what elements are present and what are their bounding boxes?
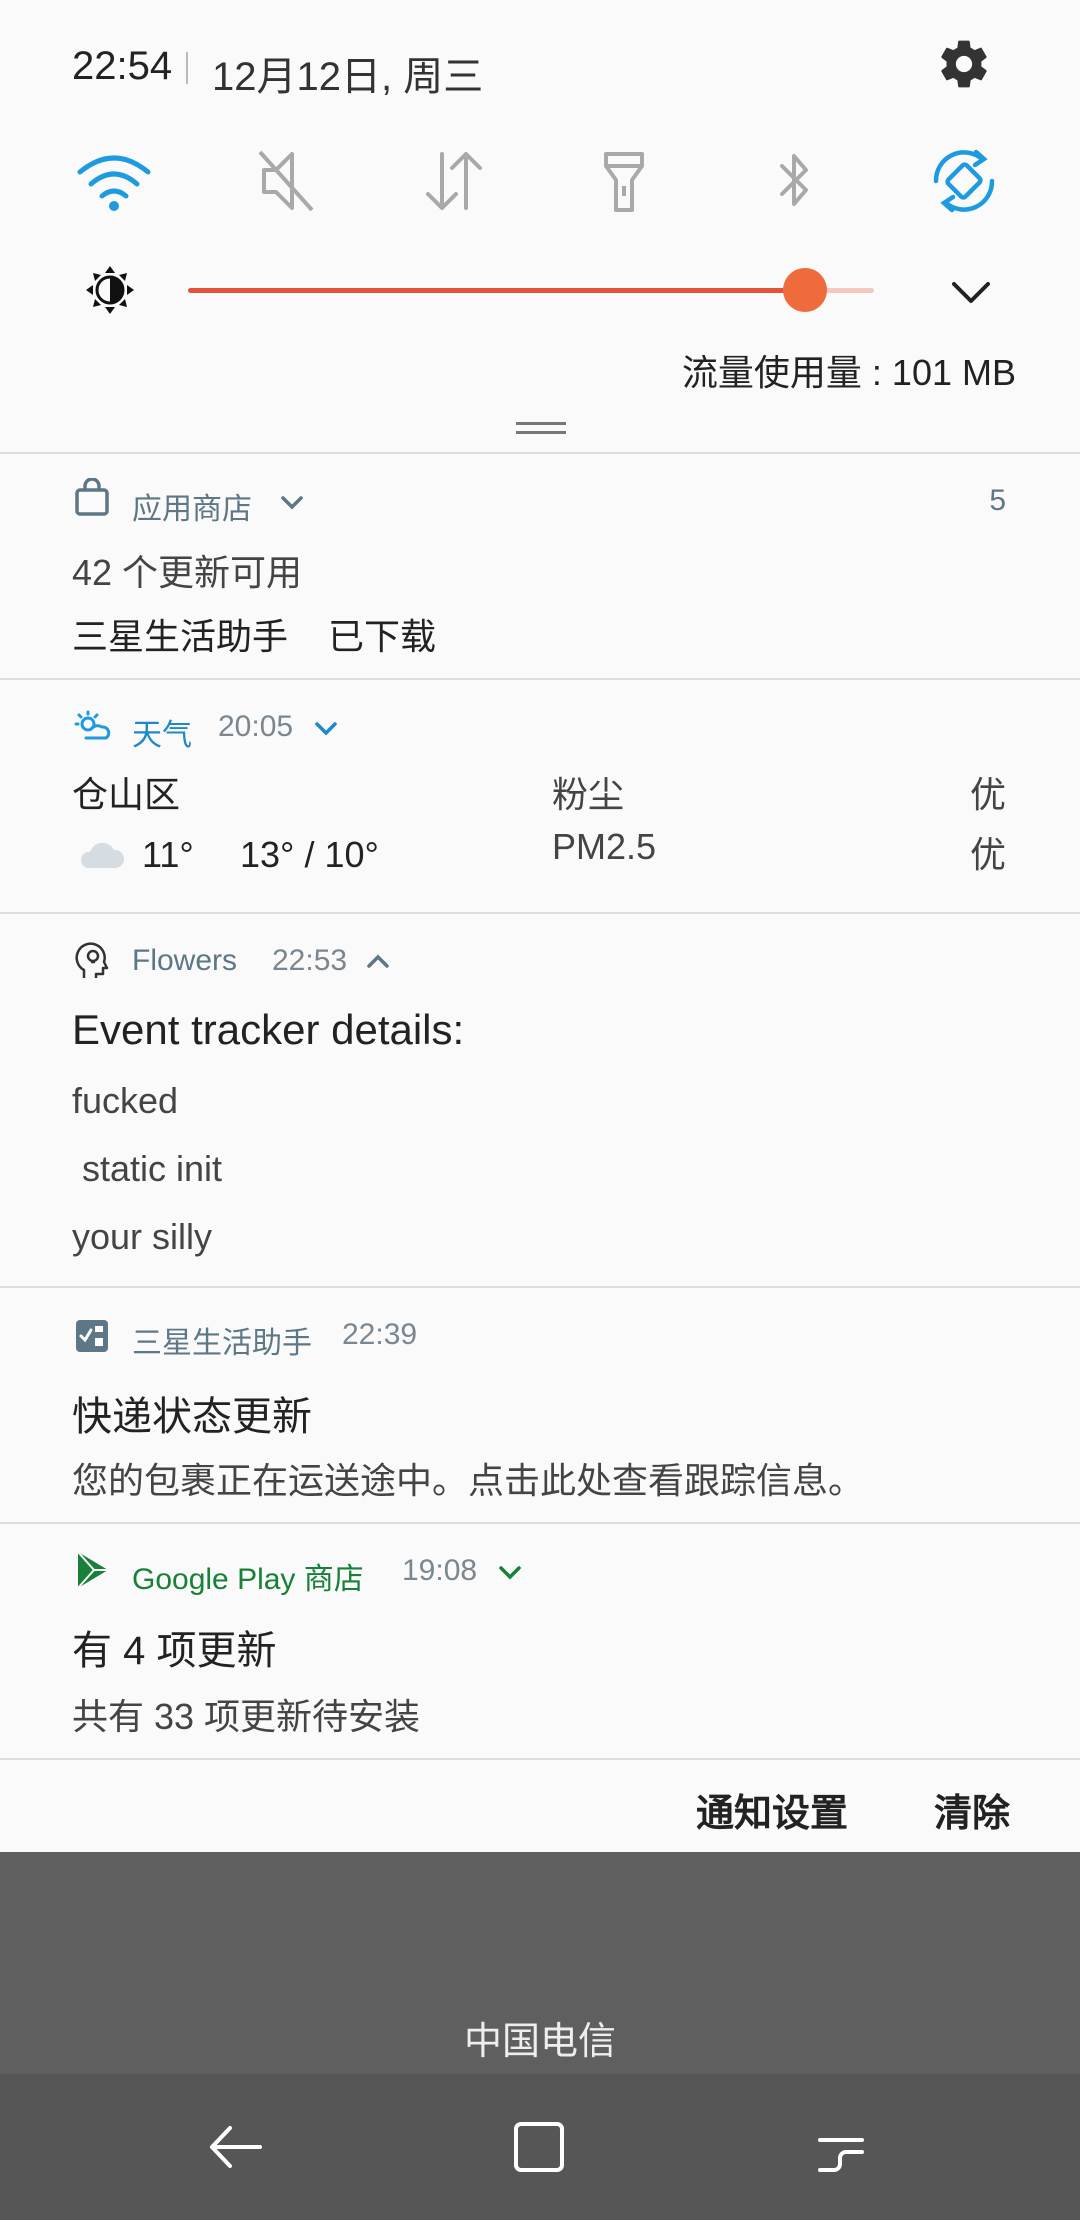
notification-body: 共有 33 项更新待安装 xyxy=(72,1696,421,1737)
play-store-icon xyxy=(77,1551,108,1589)
cloud-icon xyxy=(80,842,125,868)
date: 12月12日, 周三 xyxy=(212,55,484,99)
pm25-value: 优 xyxy=(969,834,1006,875)
mobile-data-icon[interactable] xyxy=(414,146,494,216)
notification-title: 快递状态更新 xyxy=(72,1395,312,1439)
auto-rotate-icon[interactable] xyxy=(924,146,1004,216)
location-text: 仓山区 xyxy=(72,774,181,815)
header-divider xyxy=(186,52,188,84)
download-status-text: 三星生活助手 已下载 xyxy=(72,616,437,657)
bluetooth-icon[interactable] xyxy=(754,146,834,216)
app-name: 天气 xyxy=(132,719,192,752)
notification-settings-button[interactable]: 通知设置 xyxy=(696,1782,848,1837)
home-square-icon[interactable] xyxy=(510,2118,568,2176)
temp-range: 13° / 10° xyxy=(240,834,379,875)
notification-count-badge: 5 xyxy=(989,484,1006,517)
update-count-text: 42 个更新可用 xyxy=(72,552,303,593)
brightness-fill xyxy=(188,288,806,293)
notification-line: static init xyxy=(72,1148,223,1189)
chevron-down-icon[interactable] xyxy=(496,1562,524,1584)
weather-icon xyxy=(74,710,111,740)
notification-samsung-assistant[interactable]: 三星生活助手 22:39 快递状态更新 您的包裹正在运送途中。点击此处查看跟踪信… xyxy=(0,1288,1080,1522)
notification-time: 19:08 xyxy=(402,1554,478,1587)
brightness-icon xyxy=(86,266,134,314)
notification-time: 20:05 xyxy=(218,710,294,743)
wifi-icon[interactable] xyxy=(74,146,154,216)
app-name: 应用商店 xyxy=(132,493,252,526)
drag-handle[interactable] xyxy=(516,422,566,440)
notification-time: 22:53 xyxy=(272,944,348,977)
app-name: Google Play 商店 xyxy=(132,1563,364,1596)
brightness-slider[interactable] xyxy=(188,288,874,293)
dust-value: 优 xyxy=(969,774,1006,815)
recent-apps-icon[interactable] xyxy=(812,2118,870,2176)
settings-gear-icon[interactable] xyxy=(936,36,992,92)
notification-flowers[interactable]: Flowers 22:53 Event tracker details: fuc… xyxy=(0,914,1080,1286)
brightness-thumb[interactable] xyxy=(783,268,828,312)
divider xyxy=(0,1758,1080,1760)
notification-body: 您的包裹正在运送途中。点击此处查看跟踪信息。 xyxy=(72,1460,865,1501)
carrier-label: 中国电信 xyxy=(463,2021,616,2063)
notification-panel: 22:54 12月12日, 周三 流量使用量: 101 MB 应用商店 5 4… xyxy=(0,0,1080,1852)
chevron-up-icon[interactable] xyxy=(364,950,392,972)
chevron-down-icon[interactable] xyxy=(278,492,306,514)
notification-line: your silly xyxy=(72,1216,213,1257)
chevron-down-icon[interactable] xyxy=(312,718,340,740)
sound-off-icon[interactable] xyxy=(246,146,326,216)
notification-line: fucked xyxy=(72,1080,179,1121)
dust-label: 粉尘 xyxy=(552,774,625,815)
navigation-bar xyxy=(0,2074,1080,2220)
flashlight-icon[interactable] xyxy=(584,146,664,216)
chevron-down-icon[interactable] xyxy=(946,270,996,314)
shopping-bag-icon xyxy=(75,478,109,516)
app-name: 三星生活助手 xyxy=(132,1327,312,1360)
assistant-app-icon xyxy=(76,1320,108,1352)
notification-weather[interactable]: 天气 20:05 仓山区 粉尘 优 11° 13° / 10° PM2.5 优 xyxy=(0,680,1080,912)
data-usage-text[interactable]: 流量使用量 : 101 MB xyxy=(682,344,1016,396)
current-temp: 11° xyxy=(142,834,194,875)
clear-all-button[interactable]: 清除 xyxy=(934,1782,1010,1837)
notification-time: 22:39 xyxy=(342,1318,418,1351)
clock: 22:54 xyxy=(72,44,173,88)
back-arrow-icon[interactable] xyxy=(206,2118,264,2176)
pm25-label: PM2.5 xyxy=(552,826,657,867)
head-bulb-icon xyxy=(75,942,109,978)
notification-google-play[interactable]: Google Play 商店 19:08 有 4 项更新 共有 33 项更新待安… xyxy=(0,1524,1080,1758)
app-name: Flowers xyxy=(132,944,238,977)
notification-title: Event tracker details: xyxy=(72,1006,465,1053)
notification-title: 有 4 项更新 xyxy=(72,1629,277,1673)
notification-app-store[interactable]: 应用商店 5 42 个更新可用 三星生活助手 已下载 xyxy=(0,454,1080,678)
